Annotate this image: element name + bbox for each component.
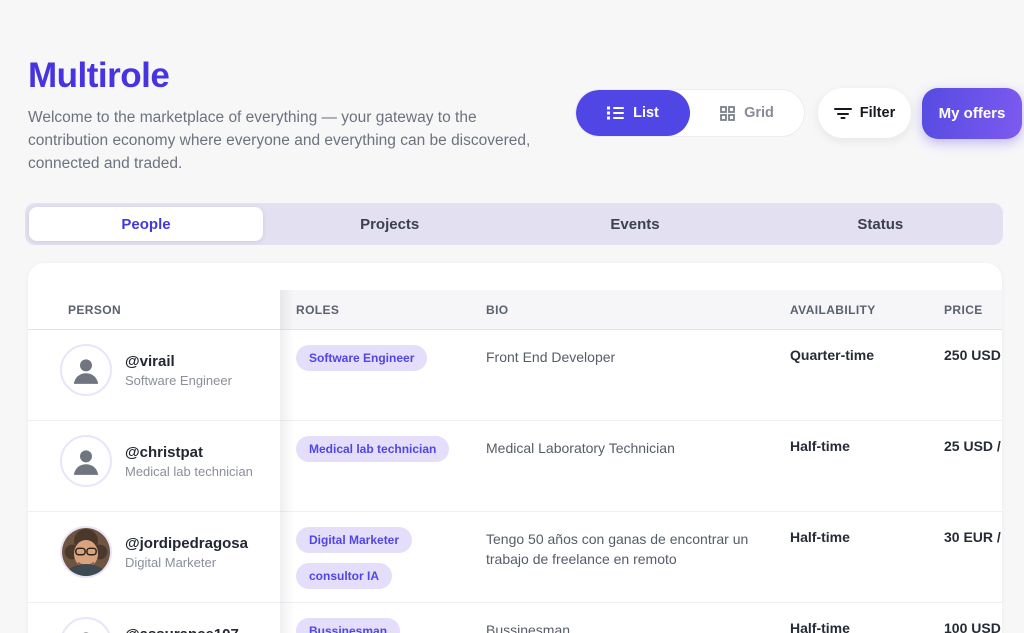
table-body: @virail Software Engineer Software Engin… — [28, 330, 1002, 633]
person-cell: @assurance107 — [28, 603, 280, 633]
avatar — [60, 526, 112, 578]
grid-view-label: Grid — [744, 105, 774, 121]
role-chip: consultor IA — [296, 563, 392, 589]
price-value: 25 USD / — [930, 421, 1002, 511]
bio-text: Tengo 50 años con ganas de encontrar un … — [470, 512, 780, 602]
table-row[interactable]: @jordipedragosa Digital Marketer Digital… — [28, 512, 1002, 603]
role-chips: Digital Marketer consultor IA — [280, 512, 470, 602]
price-value: 250 USD — [930, 330, 1002, 420]
tab-bar: People Projects Events Status — [25, 203, 1003, 245]
role-chips: Bussinesman — [280, 603, 470, 633]
username: @virail — [125, 344, 232, 370]
column-header-bio: BIO — [470, 290, 780, 329]
avatar — [60, 617, 112, 633]
page-title: Multirole — [28, 56, 169, 96]
availability-value: Half-time — [780, 421, 930, 511]
role-chip: Software Engineer — [296, 345, 427, 371]
person-subtitle: Digital Marketer — [125, 555, 248, 570]
role-chip: Medical lab technician — [296, 436, 449, 462]
column-header-roles: ROLES — [280, 290, 470, 329]
username: @assurance107 — [125, 617, 239, 633]
role-chips: Software Engineer — [280, 330, 470, 420]
person-subtitle: Software Engineer — [125, 373, 232, 388]
grid-view-button[interactable]: Grid — [690, 90, 804, 136]
availability-value: Quarter-time — [780, 330, 930, 420]
role-chip: Digital Marketer — [296, 527, 412, 553]
grid-icon — [720, 106, 735, 121]
my-offers-button[interactable]: My offers — [922, 88, 1022, 139]
tab-people[interactable]: People — [29, 207, 263, 241]
price-value: 100 USD — [930, 603, 1002, 633]
list-view-label: List — [633, 105, 659, 121]
list-view-button[interactable]: List — [576, 90, 690, 136]
table-row[interactable]: @assurance107 Bussinesman Bussinesman Ha… — [28, 603, 1002, 633]
bio-text: Front End Developer — [470, 330, 780, 420]
avatar — [60, 435, 112, 487]
filter-icon — [834, 107, 852, 119]
people-table-card: PERSON ROLES BIO AVAILABILITY PRICE — [28, 263, 1002, 633]
profile-photo — [62, 528, 110, 576]
person-identity: @virail Software Engineer — [125, 344, 232, 420]
person-icon — [62, 619, 110, 633]
tab-status[interactable]: Status — [758, 203, 1003, 245]
tab-events[interactable]: Events — [512, 203, 757, 245]
person-subtitle: Medical lab technician — [125, 464, 253, 479]
tab-projects[interactable]: Projects — [267, 203, 512, 245]
username: @christpat — [125, 435, 253, 461]
table-header: PERSON ROLES BIO AVAILABILITY PRICE — [28, 290, 1002, 330]
person-cell: @jordipedragosa Digital Marketer — [28, 512, 280, 602]
column-header-person: PERSON — [28, 290, 280, 329]
person-identity: @christpat Medical lab technician — [125, 435, 253, 511]
column-header-availability: AVAILABILITY — [780, 290, 930, 329]
filter-label: Filter — [860, 105, 895, 121]
page-subtitle: Welcome to the marketplace of everything… — [28, 106, 560, 175]
person-icon — [62, 437, 110, 485]
bio-text: Bussinesman — [470, 603, 780, 633]
role-chips: Medical lab technician — [280, 421, 470, 511]
table-row[interactable]: @virail Software Engineer Software Engin… — [28, 330, 1002, 421]
username: @jordipedragosa — [125, 526, 248, 552]
bio-text: Medical Laboratory Technician — [470, 421, 780, 511]
filter-button[interactable]: Filter — [818, 88, 911, 138]
person-cell: @christpat Medical lab technician — [28, 421, 280, 511]
column-header-price: PRICE — [930, 290, 1002, 329]
availability-value: Half-time — [780, 603, 930, 633]
view-toggle: List Grid — [575, 89, 805, 137]
table-row[interactable]: @christpat Medical lab technician Medica… — [28, 421, 1002, 512]
person-cell: @virail Software Engineer — [28, 330, 280, 420]
person-icon — [62, 346, 110, 394]
avatar — [60, 344, 112, 396]
availability-value: Half-time — [780, 512, 930, 602]
price-value: 30 EUR / — [930, 512, 1002, 602]
list-icon — [607, 106, 624, 120]
role-chip: Bussinesman — [296, 618, 400, 633]
person-identity: @assurance107 — [125, 617, 239, 633]
person-identity: @jordipedragosa Digital Marketer — [125, 526, 248, 602]
